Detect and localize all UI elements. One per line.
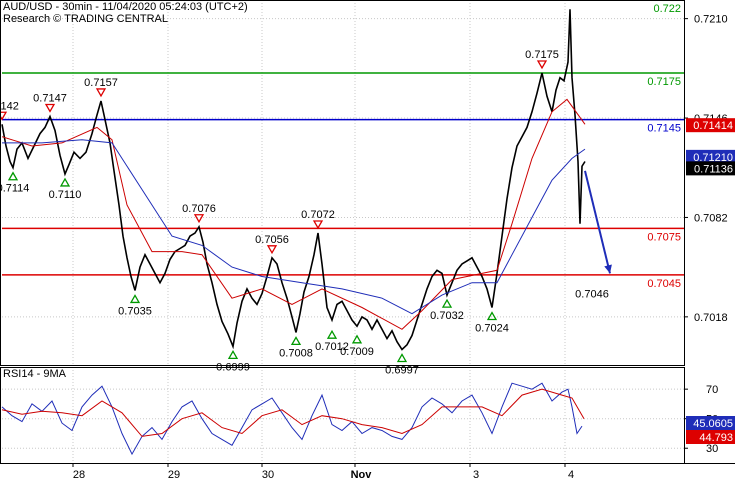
pivot-label: 0.7142	[0, 100, 19, 112]
chart-canvas: 0.7220.71750.71450.70750.7045 0.71420.71…	[0, 0, 735, 480]
panel-frames	[0, 0, 735, 464]
price-tick-label: 0.7210	[694, 14, 728, 26]
pivot-high-marker	[95, 88, 107, 98]
pivot-low-marker	[290, 336, 302, 346]
time-axis: 28 29 30 Nov 3 4	[72, 463, 574, 480]
time-tick-label: 3	[473, 469, 479, 480]
pivot-low-marker	[326, 329, 338, 339]
pivot-label: 0.7147	[33, 92, 67, 104]
price-series	[1, 9, 612, 351]
series-line-price	[1, 9, 586, 351]
level-label: 0.7175	[647, 76, 681, 88]
time-tick-label: 4	[568, 469, 574, 480]
projection-arrow-shaft	[584, 170, 611, 274]
price-axis: 0.72100.71460.70820.70180.714140.712100.…	[684, 14, 735, 324]
pivot-high-marker	[193, 214, 205, 224]
time-tick-label: 29	[168, 469, 180, 480]
rsi-tick-label: 70	[706, 384, 718, 396]
time-tick-label: 30	[262, 469, 274, 480]
pivot-low-marker	[7, 171, 19, 181]
pivot-high-marker	[312, 220, 324, 230]
level-label: 0.7075	[647, 231, 681, 243]
series-line-ma-red	[1, 98, 586, 330]
pivot-label: 0.7032	[430, 310, 464, 322]
series-line-ma-blue	[2, 139, 586, 315]
pivot-label: 0.7114	[0, 183, 29, 195]
pivot-label: 0.7072	[301, 209, 335, 221]
level-lines: 0.722 0.7175 0.7145 0.7075 0.7045	[2, 0, 684, 290]
pivot-label: 0.7009	[340, 346, 374, 358]
pivot-low-marker	[227, 350, 239, 360]
chart-title: AUD/USD - 30min - 11/04/2020 05:24:03 (U…	[3, 1, 248, 13]
rsi-series: RSI14 - 9MA	[1, 368, 585, 456]
pivot-low-marker	[351, 334, 363, 344]
pivot-low-marker	[59, 177, 71, 187]
pivot-label: 0.7056	[255, 234, 289, 246]
time-tick-label: 28	[73, 469, 85, 480]
price-badge-label: 0.71136	[694, 163, 733, 175]
pivot-label: 0.7110	[49, 189, 82, 201]
pivot-markers: 0.7142 0.7147 0.7157 0.7114 0.7110 0.7035 0.70…	[0, 49, 609, 376]
pivot-low-marker	[486, 311, 498, 321]
rsi-axis: 70503045.060544.793	[684, 384, 735, 455]
level-label: 0.7045	[647, 278, 681, 290]
time-tick-label: Nov	[351, 469, 373, 480]
rsi-badge-label: 44.793	[699, 432, 733, 444]
rsi-badge-label: 45.0605	[693, 418, 733, 430]
pivot-label: 0.6997	[385, 364, 419, 376]
pivot-high-marker	[536, 60, 548, 70]
pivot-low-marker	[396, 353, 408, 363]
level-label: 0.722	[653, 3, 681, 15]
pivot-high-marker	[44, 103, 56, 113]
price-tick-label: 0.7082	[694, 212, 728, 224]
target-label: 0.7046	[575, 288, 609, 300]
pivot-label: 0.7076	[182, 203, 216, 215]
pivot-label: 0.7175	[525, 49, 559, 61]
pivot-low-marker	[129, 294, 141, 304]
pivot-high-marker	[266, 245, 278, 255]
pivot-label: 0.7157	[84, 77, 118, 89]
level-label: 0.7145	[647, 123, 681, 135]
price-tick-label: 0.7018	[694, 312, 728, 324]
price-badge-label: 0.71414	[693, 120, 733, 132]
rsi-tick-label: 30	[706, 443, 718, 455]
projection-arrow-head	[604, 264, 612, 274]
pivot-label: 0.7008	[279, 347, 313, 359]
pivot-low-marker	[441, 298, 453, 308]
rsi-title: RSI14 - 9MA	[3, 368, 67, 380]
pivot-label: 0.7024	[475, 323, 509, 335]
pivot-label: 0.7035	[118, 305, 152, 317]
chart-subtitle: Research © TRADING CENTRAL	[3, 13, 168, 25]
